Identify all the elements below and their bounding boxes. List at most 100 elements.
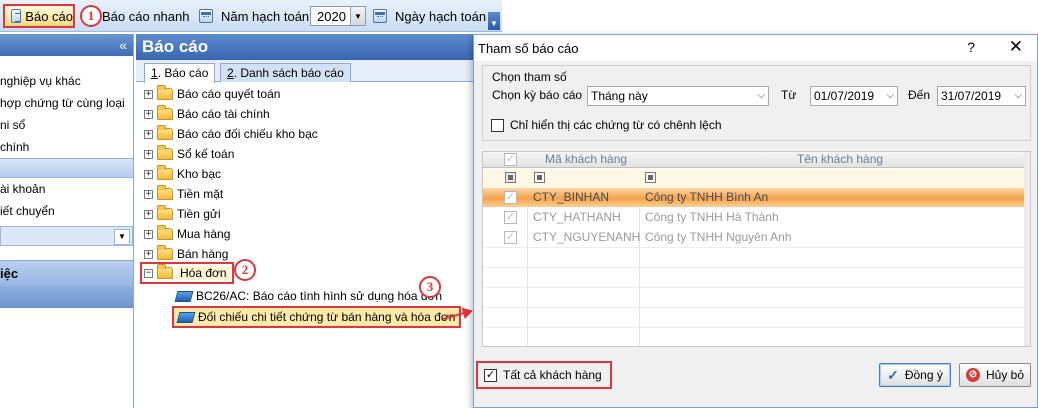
filter-icon[interactable] <box>645 172 656 183</box>
plus-icon[interactable]: + <box>144 249 153 259</box>
row-checkbox[interactable]: ✓ <box>504 211 517 224</box>
customer-grid: ✓ Mã khách hàng Tên khách hàng ✓ CTY_BIN… <box>482 151 1031 347</box>
bao-cao-nhanh-label: Báo cáo nhanh <box>102 8 190 24</box>
tree-node-hoa-don[interactable]: − Hóa đơn <box>140 262 234 284</box>
chevron-down-icon[interactable]: ▼ <box>350 7 365 25</box>
nam-hach-toan-label-group: Năm hạch toán <box>199 4 309 28</box>
table-row[interactable]: ✓ CTY_NGUYENANH Công ty TNHH Nguyên Anh <box>483 228 1030 247</box>
plus-icon[interactable]: + <box>144 209 153 219</box>
from-label: Từ <box>781 88 797 102</box>
ngay-hach-toan-button[interactable]: Ngày hạch toán <box>373 4 486 28</box>
plus-icon[interactable]: + <box>144 129 153 139</box>
left-nav-section-band <box>0 286 133 308</box>
period-select[interactable]: Tháng này ⌵ <box>587 86 769 106</box>
report-area: Báo cáo 1. Báo cáo 2. Danh sách báo cáo … <box>136 34 476 408</box>
tree-node[interactable]: + Bán hàng <box>144 244 228 264</box>
folder-icon <box>157 225 173 240</box>
folder-icon <box>157 145 173 160</box>
bao-cao-button[interactable]: Báo cáo <box>3 4 75 28</box>
tree-node[interactable]: + Mua hàng <box>144 224 230 244</box>
folder-icon <box>157 125 173 140</box>
grid-header: ✓ Mã khách hàng Tên khách hàng <box>483 152 1030 168</box>
tree-node[interactable]: + Báo cáo tài chính <box>144 104 270 124</box>
folder-icon <box>157 165 173 180</box>
tab-danh-sach-bao-cao[interactable]: 2. Danh sách báo cáo <box>220 63 351 82</box>
tree-node[interactable]: + Báo cáo đối chiếu kho bạc <box>144 124 318 144</box>
toolbar-overflow-icon[interactable]: ▼ <box>488 12 500 30</box>
folder-icon <box>157 85 173 100</box>
all-customers-checkbox[interactable]: ✓ <box>484 368 497 382</box>
close-icon[interactable]: ✕ <box>1009 37 1023 57</box>
checkmark-icon: ✓ <box>887 366 899 383</box>
filter-icon[interactable] <box>534 172 545 183</box>
tab-bao-cao[interactable]: 1. Báo cáo <box>144 63 216 83</box>
report-tabs: 1. Báo cáo 2. Danh sách báo cáo <box>136 60 476 83</box>
left-nav-item[interactable]: iết chuyển <box>0 200 133 222</box>
chevron-down-icon: ⌵ <box>1014 90 1022 101</box>
report-book-icon <box>174 290 194 302</box>
row-checkbox[interactable]: ✓ <box>504 231 517 244</box>
all-customers-label: Tất cả khách hàng <box>503 368 602 382</box>
help-icon[interactable]: ? <box>967 39 975 55</box>
tree-node[interactable]: + Tiền gửi <box>144 204 221 224</box>
plus-icon[interactable]: + <box>144 109 153 119</box>
tree-leaf-bc26[interactable]: BC26/AC: Báo cáo tình hình sử dụng hóa đ… <box>174 286 442 306</box>
year-value: 2020 <box>317 8 346 24</box>
tree-node[interactable]: + Sổ kế toán <box>144 144 234 164</box>
plus-icon[interactable]: + <box>144 149 153 159</box>
left-nav-item[interactable]: ni sổ <box>0 114 133 136</box>
plus-icon[interactable]: + <box>144 89 153 99</box>
left-nav-combo[interactable] <box>0 226 133 246</box>
bao-cao-nhanh-button[interactable]: Báo cáo nhanh <box>102 4 189 28</box>
left-nav-panel: « nghiệp vụ khác hợp chứng từ cùng loại … <box>0 34 134 408</box>
column-header-name[interactable]: Tên khách hàng <box>797 152 883 168</box>
grid-scrollbar[interactable] <box>1024 152 1030 346</box>
cancel-icon: ⊘ <box>965 368 980 382</box>
dialog-title: Tham số báo cáo <box>478 40 579 56</box>
collapse-panel-button[interactable]: « <box>0 34 133 56</box>
to-date-field[interactable]: 31/07/2019 ⌵ <box>937 86 1026 106</box>
tree-node[interactable]: + Báo cáo quyết toán <box>144 84 280 104</box>
table-row[interactable]: ✓ CTY_BINHAN Công ty TNHH Bình An <box>483 188 1030 207</box>
ok-button[interactable]: ✓ Đồng ý <box>879 363 951 387</box>
minus-icon[interactable]: − <box>144 268 153 278</box>
tree-node[interactable]: + Kho bạc <box>144 164 221 184</box>
tree-leaf-doi-chieu[interactable]: Đối chiếu chi tiết chứng từ bán hàng và … <box>172 306 462 328</box>
plus-icon[interactable]: + <box>144 169 153 179</box>
plus-icon[interactable]: + <box>144 229 153 239</box>
left-nav-item[interactable]: ài khoản <box>0 178 133 200</box>
left-nav-item[interactable]: hợp chứng từ cùng loại <box>0 92 133 114</box>
left-nav-item[interactable]: nghiệp vụ khác <box>0 70 133 92</box>
left-nav-item[interactable]: chính <box>0 136 133 158</box>
cancel-button[interactable]: ⊘ Hủy bỏ <box>959 363 1031 387</box>
callout-3: 3 <box>419 276 441 298</box>
diff-only-option[interactable]: Chỉ hiển thị các chứng từ có chênh lệch <box>491 118 722 132</box>
to-label: Đến <box>908 88 931 102</box>
row-checkbox[interactable]: ✓ <box>504 191 517 204</box>
ngay-hach-toan-label: Ngày hạch toán <box>395 8 487 24</box>
callout-1: 1 <box>80 5 102 27</box>
left-nav-section[interactable]: iệc <box>0 260 133 286</box>
chevron-down-icon: ⌵ <box>757 90 765 101</box>
from-date-field[interactable]: 01/07/2019 ⌵ <box>810 86 898 106</box>
report-params-dialog: Tham số báo cáo ? ✕ Chọn tham số Chọn kỳ… <box>473 34 1038 408</box>
all-customers-option[interactable]: ✓ Tất cả khách hàng <box>476 361 612 389</box>
diff-only-label: Chỉ hiển thị các chứng từ có chênh lệch <box>510 118 722 132</box>
tree-node[interactable]: + Tiền mặt <box>144 184 223 204</box>
report-book-icon <box>176 311 196 323</box>
column-header-code[interactable]: Mã khách hàng <box>545 152 627 168</box>
diff-only-checkbox[interactable] <box>491 118 504 132</box>
folder-icon <box>157 105 173 120</box>
calendar-icon <box>373 9 387 23</box>
filter-icon[interactable] <box>505 172 516 183</box>
bao-cao-label: Báo cáo <box>25 8 73 24</box>
chevron-down-icon: ⌵ <box>886 90 894 101</box>
calendar-icon <box>199 9 213 23</box>
dialog-titlebar: Tham số báo cáo ? ✕ <box>474 35 1037 61</box>
plus-icon[interactable]: + <box>144 189 153 199</box>
year-select[interactable]: 2020 ▼ <box>310 6 366 26</box>
select-all-checkbox[interactable]: ✓ <box>504 153 517 166</box>
left-nav-divider <box>0 158 133 178</box>
report-icon <box>11 9 22 23</box>
table-row[interactable]: ✓ CTY_HATHANH Công ty TNHH Hà Thành <box>483 208 1030 227</box>
